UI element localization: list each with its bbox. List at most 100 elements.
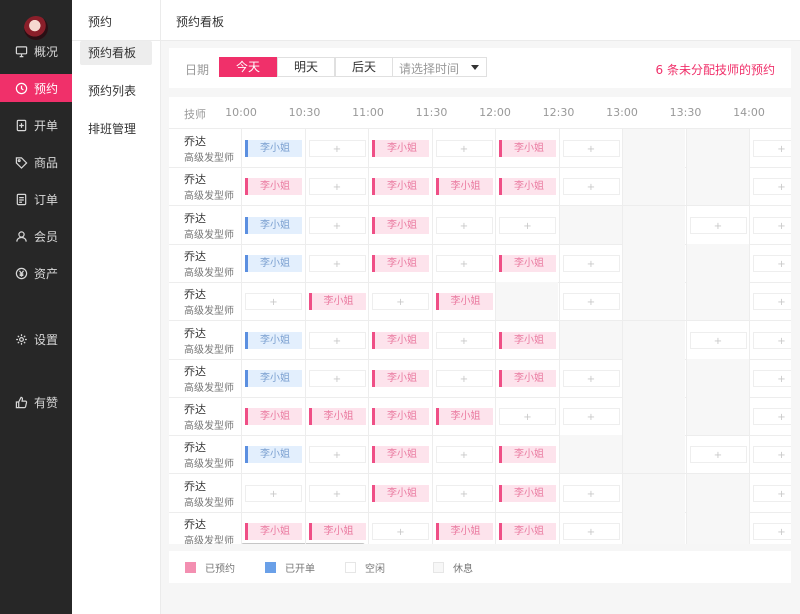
time-select[interactable]: 请选择时间	[391, 57, 487, 77]
add-appointment-button[interactable]: +	[689, 216, 747, 234]
add-appointment-button[interactable]: +	[753, 293, 791, 311]
booked-appointment[interactable]: 李小姐	[372, 446, 429, 464]
add-appointment-button[interactable]: +	[308, 140, 366, 157]
day-button-1[interactable]: 明天	[277, 57, 335, 77]
tech-row: 乔达 高级发型师 李小姐 + 李小姐 + 李小姐 + +	[169, 320, 791, 360]
nav-item-0[interactable]: 概况	[0, 37, 72, 65]
booked-appointment[interactable]: 李小姐	[372, 369, 429, 387]
booked-appointment[interactable]: 李小姐	[499, 140, 556, 157]
add-appointment-button[interactable]: +	[308, 216, 366, 234]
booked-appointment[interactable]: 李小姐	[372, 484, 429, 502]
booked-appointment[interactable]: 李小姐	[245, 523, 302, 540]
booked-appointment[interactable]: 李小姐	[499, 178, 556, 196]
add-appointment-button[interactable]: +	[753, 216, 791, 234]
booked-appointment[interactable]: 李小姐	[372, 140, 429, 157]
day-button-0[interactable]: 今天	[219, 57, 277, 77]
nav-item-label: 有赞	[34, 395, 59, 410]
add-appointment-button[interactable]: +	[308, 369, 366, 387]
add-appointment-button[interactable]: +	[753, 178, 791, 196]
opened-appointment[interactable]: 李小姐	[245, 369, 302, 387]
add-appointment-button[interactable]: +	[753, 331, 791, 349]
add-appointment-button[interactable]: +	[562, 408, 620, 426]
booked-appointment[interactable]: 李小姐	[308, 523, 366, 540]
add-appointment-button[interactable]: +	[562, 484, 620, 502]
booked-appointment[interactable]: 李小姐	[499, 523, 556, 540]
add-appointment-button[interactable]: +	[245, 484, 302, 502]
booked-appointment[interactable]: 李小姐	[435, 408, 493, 426]
booked-appointment[interactable]: 李小姐	[245, 408, 302, 426]
legend-swatch	[265, 562, 276, 573]
booked-appointment[interactable]: 李小姐	[245, 178, 302, 196]
add-appointment-button[interactable]: +	[435, 446, 493, 464]
add-appointment-button[interactable]: +	[435, 254, 493, 272]
booked-appointment[interactable]: 李小姐	[372, 331, 429, 349]
add-appointment-button[interactable]: +	[753, 446, 791, 464]
add-appointment-button[interactable]: +	[753, 523, 791, 540]
add-appointment-button[interactable]: +	[308, 446, 366, 464]
opened-appointment[interactable]: 李小姐	[245, 216, 302, 234]
time-header: 13:30	[669, 106, 702, 119]
nav-item-7[interactable]: 设置	[0, 325, 72, 353]
booked-appointment[interactable]: 李小姐	[499, 369, 556, 387]
add-appointment-button[interactable]: +	[562, 523, 620, 540]
add-appointment-button[interactable]: +	[245, 293, 302, 311]
add-appointment-button[interactable]: +	[308, 331, 366, 349]
booked-appointment[interactable]: 李小姐	[499, 254, 556, 272]
add-appointment-button[interactable]: +	[753, 254, 791, 272]
booked-appointment[interactable]: 李小姐	[308, 408, 366, 426]
add-appointment-button[interactable]: +	[308, 178, 366, 196]
add-appointment-button[interactable]: +	[689, 331, 747, 349]
nav-item-3[interactable]: 商品	[0, 148, 72, 176]
day-button-2[interactable]: 后天	[335, 57, 393, 77]
booked-appointment[interactable]: 李小姐	[435, 293, 493, 311]
booked-appointment[interactable]: 李小姐	[372, 178, 429, 196]
nav-item-1[interactable]: 预约	[0, 74, 72, 102]
add-appointment-button[interactable]: +	[435, 331, 493, 349]
subnav-item-2[interactable]: 排班管理	[80, 117, 152, 141]
add-appointment-button[interactable]: +	[499, 216, 556, 234]
booked-appointment[interactable]: 李小姐	[435, 178, 493, 196]
tech-row: 乔达 高级发型师 + + 李小姐 + 李小姐 + +	[169, 473, 791, 513]
add-appointment-button[interactable]: +	[372, 523, 429, 540]
add-appointment-button[interactable]: +	[753, 484, 791, 502]
booked-appointment[interactable]: 李小姐	[499, 331, 556, 349]
time-cell: +	[431, 129, 495, 167]
opened-appointment[interactable]: 李小姐	[245, 331, 302, 349]
subnav-item-1[interactable]: 预约列表	[80, 79, 152, 103]
add-appointment-button[interactable]: +	[435, 484, 493, 502]
add-appointment-button[interactable]: +	[435, 369, 493, 387]
opened-appointment[interactable]: 李小姐	[245, 140, 302, 157]
booked-appointment[interactable]: 李小姐	[372, 216, 429, 234]
time-cell: +	[431, 205, 495, 244]
add-appointment-button[interactable]: +	[753, 369, 791, 387]
add-appointment-button[interactable]: +	[562, 140, 620, 157]
booked-appointment[interactable]: 李小姐	[435, 523, 493, 540]
booked-appointment[interactable]: 李小姐	[499, 446, 556, 464]
add-appointment-button[interactable]: +	[308, 254, 366, 272]
booked-appointment[interactable]: 李小姐	[372, 254, 429, 272]
add-appointment-button[interactable]: +	[499, 408, 556, 426]
nav-item-8[interactable]: 有赞	[0, 388, 72, 416]
add-appointment-button[interactable]: +	[753, 408, 791, 426]
add-appointment-button[interactable]: +	[435, 140, 493, 157]
booked-appointment[interactable]: 李小姐	[308, 293, 366, 311]
booked-appointment[interactable]: 李小姐	[372, 408, 429, 426]
booked-appointment[interactable]: 李小姐	[499, 484, 556, 502]
opened-appointment[interactable]: 李小姐	[245, 254, 302, 272]
unassigned-link[interactable]: 6 条未分配技师的预约	[656, 61, 775, 78]
nav-item-5[interactable]: 会员	[0, 222, 72, 250]
nav-item-4[interactable]: 订单	[0, 185, 72, 213]
add-appointment-button[interactable]: +	[308, 484, 366, 502]
add-appointment-button[interactable]: +	[562, 369, 620, 387]
add-appointment-button[interactable]: +	[753, 140, 791, 157]
add-appointment-button[interactable]: +	[689, 446, 747, 464]
add-appointment-button[interactable]: +	[435, 216, 493, 234]
add-appointment-button[interactable]: +	[562, 254, 620, 272]
nav-item-6[interactable]: 资产	[0, 259, 72, 287]
add-appointment-button[interactable]: +	[372, 293, 429, 311]
add-appointment-button[interactable]: +	[562, 178, 620, 196]
nav-item-2[interactable]: 开单	[0, 111, 72, 139]
add-appointment-button[interactable]: +	[562, 293, 620, 311]
subnav-item-0[interactable]: 预约看板	[80, 41, 152, 65]
opened-appointment[interactable]: 李小姐	[245, 446, 302, 464]
